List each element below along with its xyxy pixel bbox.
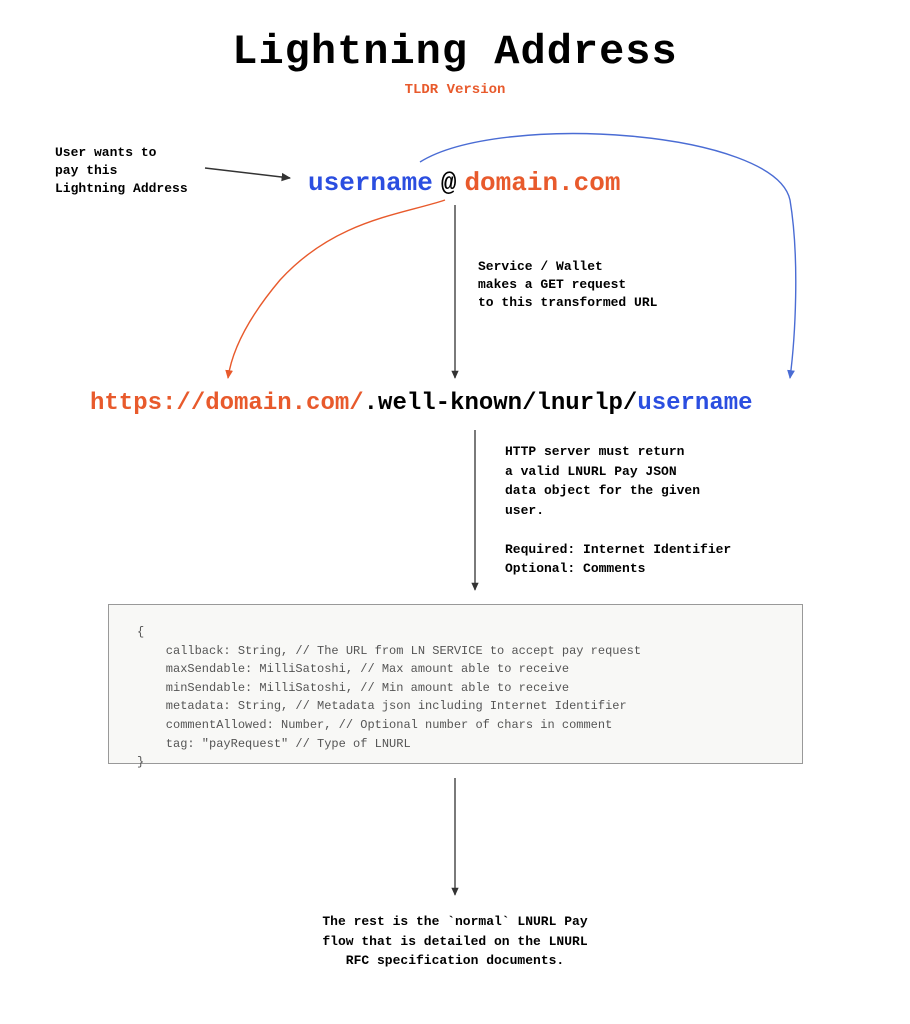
address-username: username (308, 168, 433, 198)
address-at-symbol: @ (433, 168, 465, 198)
arrow-domain-to-url-domain (228, 200, 445, 378)
footer-text: The rest is the `normal` LNURL Pay flow … (0, 912, 910, 971)
server-return-text: HTTP server must return a valid LNURL Pa… (505, 442, 731, 579)
lightning-address: username@domain.com (308, 168, 620, 198)
diagram-subtitle: TLDR Version (0, 82, 910, 98)
diagram-title: Lightning Address (0, 28, 910, 76)
json-code-block: { callback: String, // The URL from LN S… (108, 604, 803, 764)
arrow-user-to-address (205, 168, 290, 178)
url-scheme-domain: https://domain.com/ (90, 390, 364, 417)
url-username: username (637, 390, 752, 417)
get-request-text: Service / Wallet makes a GET request to … (478, 258, 657, 313)
address-domain: domain.com (464, 168, 620, 198)
user-wants-text: User wants to pay this Lightning Address (55, 144, 188, 199)
url-path: .well-known/lnurlp/ (364, 390, 638, 417)
transformed-url: https://domain.com/.well-known/lnurlp/us… (90, 390, 753, 417)
